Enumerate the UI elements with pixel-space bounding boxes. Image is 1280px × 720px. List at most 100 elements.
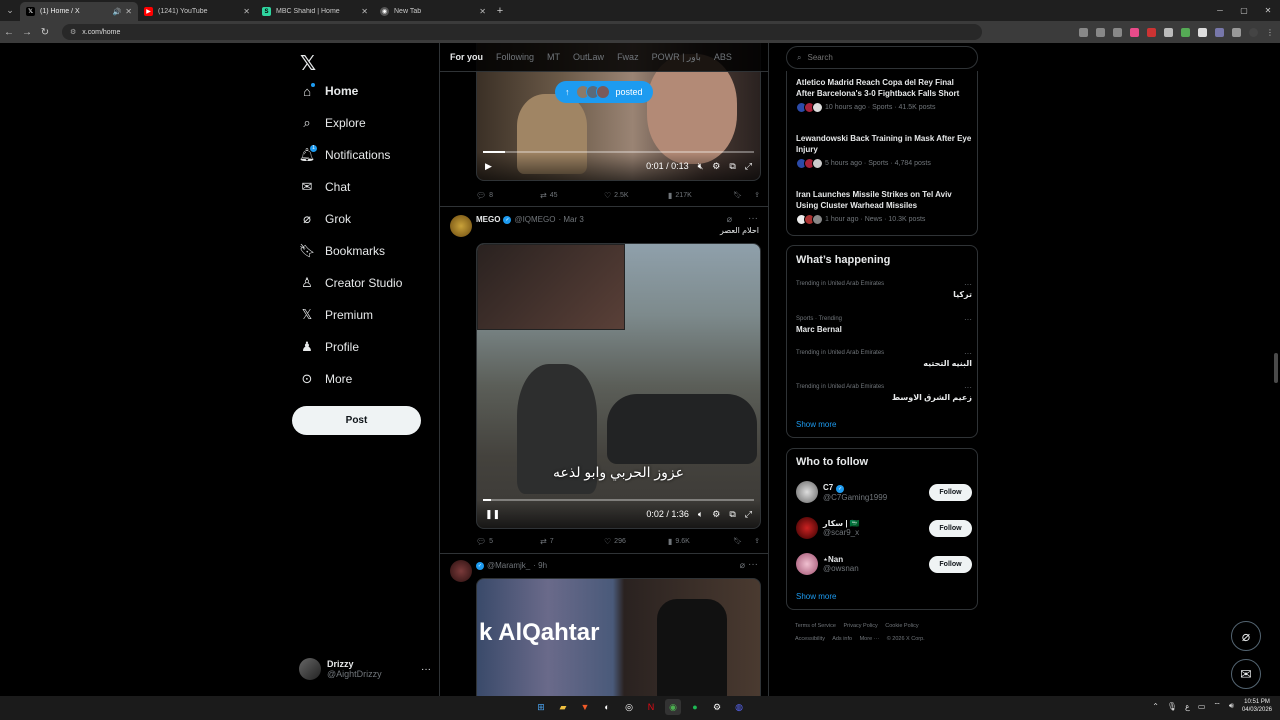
more-dots-icon[interactable]: ··· bbox=[964, 280, 972, 289]
like-button[interactable]: ♡ 2.5K bbox=[604, 191, 668, 200]
fullscreen-icon[interactable]: ⤢ bbox=[745, 161, 752, 172]
nav-creator-studio[interactable]: ♙ Creator Studio bbox=[300, 271, 402, 295]
tab-fwaz[interactable]: Fwaz bbox=[617, 52, 639, 62]
footer-link[interactable]: Cookie Policy bbox=[885, 623, 918, 629]
tab-mt[interactable]: MT bbox=[547, 52, 560, 62]
grok-icon[interactable]: ⌀ bbox=[740, 560, 745, 571]
grok-icon[interactable]: ⌀ bbox=[727, 214, 732, 225]
tab-abs[interactable]: ABS bbox=[714, 52, 732, 62]
tab-shahid[interactable]: S MBC Shahid | Home ✕ bbox=[256, 2, 374, 21]
more-dots-icon[interactable]: ··· bbox=[964, 383, 972, 392]
share-icon[interactable]: ⇪ bbox=[754, 537, 760, 545]
avatar[interactable] bbox=[450, 560, 472, 582]
forward-icon[interactable]: → bbox=[18, 27, 36, 38]
close-window-icon[interactable]: ✕ bbox=[1256, 6, 1280, 15]
tab-x-home[interactable]: 𝕏 (1) Home / X 🔊 ✕ bbox=[20, 2, 138, 21]
app-icon[interactable]: ◎ bbox=[621, 699, 637, 715]
new-posts-pill[interactable]: ↑ posted bbox=[555, 81, 653, 103]
more-dots-icon[interactable]: ··· bbox=[964, 349, 972, 358]
trend-item[interactable]: Trending in United Arab Emirates تركيا ·… bbox=[796, 280, 972, 299]
extension-icon[interactable] bbox=[1147, 27, 1156, 37]
pip-icon[interactable]: ⧉ bbox=[729, 161, 735, 172]
spotify-icon[interactable]: ● bbox=[687, 699, 703, 715]
repost-button[interactable]: ⇄ 7 bbox=[540, 537, 604, 546]
app-icon[interactable]: ◐ bbox=[599, 699, 615, 715]
extensions-puzzle-icon[interactable] bbox=[1232, 27, 1241, 37]
author-handle[interactable]: @Maramjk_ bbox=[487, 561, 530, 570]
pause-icon[interactable]: ❚❚ bbox=[485, 509, 500, 520]
windows-start-icon[interactable]: ⊞ bbox=[533, 699, 549, 715]
volume-icon[interactable]: 🔊︎ bbox=[1229, 701, 1234, 711]
news-item[interactable]: Iran Launches Missile Strikes on Tel Avi… bbox=[796, 189, 972, 225]
fullscreen-icon[interactable]: ⤢ bbox=[745, 509, 752, 520]
maximize-icon[interactable]: ▢ bbox=[1232, 6, 1256, 15]
post3-image[interactable]: k AlQahtar bbox=[476, 578, 761, 696]
clock[interactable]: 10:51 PM 04/03/2026 bbox=[1242, 698, 1272, 714]
post-button[interactable]: Post bbox=[292, 406, 421, 435]
tab-outlaw[interactable]: OutLaw bbox=[573, 52, 604, 62]
news-item[interactable]: Lewandowski Back Training in Mask After … bbox=[796, 133, 972, 169]
follow-suggestion[interactable]: ⋆Nan @owsnan Follow bbox=[796, 551, 972, 577]
steam-icon[interactable]: ⚙ bbox=[709, 699, 725, 715]
profile-avatar-icon[interactable] bbox=[1249, 27, 1258, 37]
extension-icon[interactable] bbox=[1215, 27, 1224, 37]
monitor-icon[interactable]: ▭ bbox=[1198, 702, 1206, 711]
bookmark-icon[interactable]: 🔖︎ bbox=[733, 537, 742, 545]
browser-menu-icon[interactable]: ⋮ bbox=[1266, 28, 1274, 37]
show-more-link[interactable]: Show more bbox=[796, 420, 836, 429]
follow-button[interactable]: Follow bbox=[929, 483, 972, 501]
netflix-icon[interactable]: N bbox=[643, 699, 659, 715]
footer-link[interactable]: Privacy Policy bbox=[844, 623, 878, 629]
more-dots-icon[interactable]: ··· bbox=[421, 664, 431, 675]
new-tab-button[interactable]: + bbox=[492, 5, 508, 17]
discord-icon[interactable]: ◍ bbox=[731, 699, 747, 715]
post2-video[interactable]: عزوز الحربي وابو لذعه ❚❚ 0:02 / 1:36 🔈︎ … bbox=[476, 243, 761, 529]
extension-icon[interactable] bbox=[1130, 27, 1139, 37]
more-dots-icon[interactable]: ··· bbox=[964, 315, 972, 324]
trend-item[interactable]: Trending in United Arab Emirates زعيم ال… bbox=[796, 383, 972, 402]
tab-search-icon[interactable]: ⌄ bbox=[0, 0, 20, 21]
reply-button[interactable]: 💬︎ 5 bbox=[476, 537, 540, 546]
mic-icon[interactable]: 🎙︎ bbox=[1167, 702, 1177, 711]
settings-gear-icon[interactable]: ⚙ bbox=[712, 509, 720, 520]
search-box[interactable]: ⌕ bbox=[786, 46, 978, 69]
pip-icon[interactable]: ⧉ bbox=[729, 509, 735, 520]
views-button[interactable]: ▮ 9.6K bbox=[668, 537, 732, 546]
tab-following[interactable]: Following bbox=[496, 52, 534, 62]
follow-button[interactable]: Follow bbox=[929, 519, 972, 537]
nav-profile[interactable]: ♟ Profile bbox=[300, 335, 359, 359]
footer-link[interactable]: Accessibility bbox=[795, 636, 825, 642]
file-explorer-icon[interactable]: ▰ bbox=[555, 699, 571, 715]
tab-for-you[interactable]: For you bbox=[450, 52, 483, 62]
close-tab-icon[interactable]: ✕ bbox=[243, 7, 250, 16]
like-button[interactable]: ♡ 296 bbox=[604, 537, 668, 546]
extension-icon[interactable] bbox=[1181, 27, 1190, 37]
mute-icon[interactable]: 🔇︎ bbox=[698, 161, 704, 172]
bookmark-icon[interactable]: 🔖︎ bbox=[733, 191, 742, 199]
close-tab-icon[interactable]: ✕ bbox=[361, 7, 368, 16]
settings-gear-icon[interactable]: ⚙ bbox=[712, 161, 720, 172]
site-info-icon[interactable]: ⚙ bbox=[70, 28, 76, 36]
url-bar[interactable]: ⚙ x.com/home bbox=[62, 24, 982, 40]
more-dots-icon[interactable]: ··· bbox=[748, 213, 758, 224]
tab-powr[interactable]: POWR | باور bbox=[652, 52, 701, 63]
nav-more[interactable]: ⊙ More bbox=[300, 367, 353, 391]
repost-button[interactable]: ⇄ 45 bbox=[540, 191, 604, 200]
language-indicator[interactable]: ع bbox=[1185, 702, 1190, 711]
nav-premium[interactable]: 𝕏 Premium bbox=[300, 303, 373, 327]
minimize-icon[interactable]: ─ bbox=[1208, 6, 1232, 15]
show-more-link[interactable]: Show more bbox=[796, 592, 836, 601]
share-icon[interactable]: ⇪ bbox=[754, 191, 760, 199]
avatar[interactable] bbox=[450, 215, 472, 237]
follow-suggestion[interactable]: C7 ✓ @C7Gaming1999 Follow bbox=[796, 479, 972, 505]
footer-link[interactable]: Terms of Service bbox=[795, 623, 836, 629]
news-item[interactable]: Atletico Madrid Reach Copa del Rey Final… bbox=[796, 77, 972, 113]
close-tab-icon[interactable]: ✕ bbox=[125, 7, 132, 16]
extension-icon[interactable] bbox=[1164, 27, 1173, 37]
speaker-icon[interactable]: 🔊 bbox=[113, 8, 122, 16]
trend-item[interactable]: Trending in United Arab Emirates البنيه … bbox=[796, 349, 972, 368]
nav-bookmarks[interactable]: 🔖︎ Bookmarks bbox=[299, 239, 385, 263]
extension-icon[interactable] bbox=[1198, 27, 1207, 37]
nav-chat[interactable]: ✉ Chat bbox=[300, 175, 351, 199]
follow-suggestion[interactable]: سكار | 🇸🇦 @scar9_x Follow bbox=[796, 515, 972, 541]
